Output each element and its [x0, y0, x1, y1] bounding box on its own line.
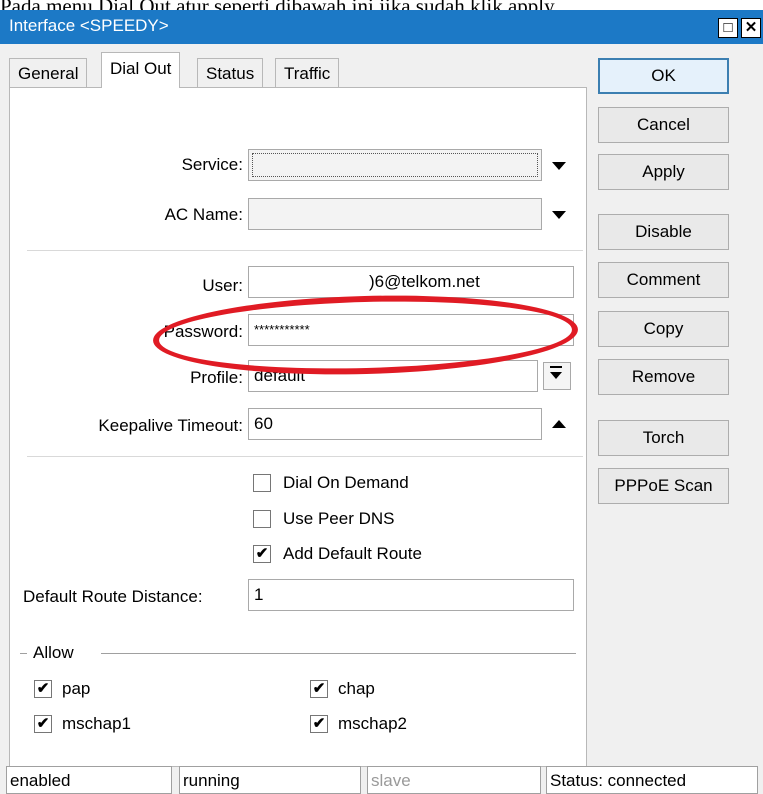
profile-dropdown-icon[interactable] — [543, 362, 571, 390]
separator — [27, 456, 583, 457]
tab-traffic[interactable]: Traffic — [275, 58, 340, 88]
window-title: Interface <SPEEDY> — [9, 16, 169, 35]
user-label: User: — [202, 276, 243, 295]
tab-dial-out[interactable]: Dial Out — [101, 52, 181, 88]
apply-button[interactable]: Apply — [598, 154, 729, 190]
disable-button[interactable]: Disable — [598, 214, 729, 250]
torch-button[interactable]: Torch — [598, 420, 729, 456]
focus-outline — [252, 153, 538, 177]
dial-out-panel: Service: AC Name: User: )6@telkom.net Pa… — [9, 87, 587, 767]
cancel-button[interactable]: Cancel — [598, 107, 729, 143]
ac-name-label: AC Name: — [164, 205, 243, 224]
service-select[interactable] — [248, 149, 542, 181]
status-slave: slave — [367, 766, 541, 794]
ok-button[interactable]: OK — [598, 58, 729, 94]
separator — [27, 250, 583, 251]
window-body: General Dial Out Status Traffic Service:… — [0, 44, 763, 794]
use-peer-dns-checkbox[interactable] — [253, 510, 271, 528]
status-enabled: enabled — [6, 766, 172, 794]
allow-group-title: Allow — [33, 643, 74, 662]
status-connected: Status: connected — [546, 766, 758, 794]
mschap2-label: mschap2 — [338, 714, 407, 733]
pppoe-scan-button[interactable]: PPPoE Scan — [598, 468, 729, 504]
tab-status[interactable]: Status — [197, 58, 264, 88]
pap-label: pap — [62, 679, 91, 698]
keepalive-input[interactable]: 60 — [248, 408, 542, 440]
restore-icon[interactable]: □ — [718, 18, 738, 38]
add-default-route-checkbox[interactable]: ✔ — [253, 545, 271, 563]
group-line — [20, 653, 27, 654]
profile-label: Profile: — [190, 368, 243, 387]
use-peer-dns-label: Use Peer DNS — [283, 509, 395, 528]
ac-name-select[interactable] — [248, 198, 542, 230]
keepalive-label: Keepalive Timeout: — [98, 416, 243, 435]
route-distance-input[interactable]: 1 — [248, 579, 574, 611]
status-running: running — [179, 766, 361, 794]
dial-on-demand-checkbox[interactable] — [253, 474, 271, 492]
group-line — [101, 653, 576, 654]
mschap1-checkbox[interactable]: ✔ — [34, 715, 52, 733]
chap-label: chap — [338, 679, 375, 698]
comment-button[interactable]: Comment — [598, 262, 729, 298]
route-distance-label: Default Route Distance: — [23, 587, 203, 606]
add-default-route-label: Add Default Route — [283, 544, 422, 563]
mschap2-checkbox[interactable]: ✔ — [310, 715, 328, 733]
close-icon[interactable]: ✕ — [741, 18, 761, 38]
ac-name-dropdown-icon[interactable] — [552, 211, 566, 219]
tab-general[interactable]: General — [9, 58, 88, 88]
service-label: Service: — [181, 155, 243, 174]
pap-checkbox[interactable]: ✔ — [34, 680, 52, 698]
mschap1-label: mschap1 — [62, 714, 131, 733]
service-dropdown-icon[interactable] — [552, 162, 566, 170]
title-bar: Interface <SPEEDY> □ ✕ — [0, 10, 763, 44]
dial-on-demand-label: Dial On Demand — [283, 473, 409, 492]
copy-button[interactable]: Copy — [598, 311, 729, 347]
remove-button[interactable]: Remove — [598, 359, 729, 395]
keepalive-collapse-icon[interactable] — [552, 420, 566, 428]
chap-checkbox[interactable]: ✔ — [310, 680, 328, 698]
user-input[interactable]: )6@telkom.net — [248, 266, 574, 298]
